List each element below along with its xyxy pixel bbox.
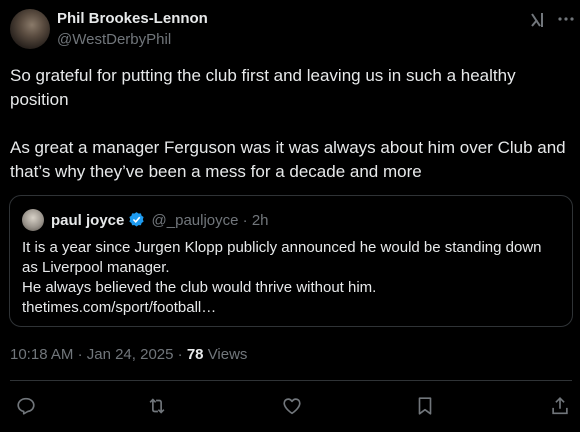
quoted-line: It is a year since Jurgen Klopp publicly… bbox=[22, 239, 542, 256]
tweet-paragraph: As great a manager Ferguson was it was a… bbox=[10, 138, 566, 181]
share-icon bbox=[549, 397, 571, 421]
meta-separator: · bbox=[177, 346, 183, 363]
more-icon[interactable] bbox=[556, 9, 576, 29]
quoted-text: It is a year since Jurgen Klopp publicly… bbox=[22, 238, 562, 318]
grok-icon[interactable] bbox=[529, 10, 549, 30]
share-button[interactable] bbox=[549, 395, 571, 417]
bookmark-button[interactable] bbox=[414, 395, 436, 417]
reply-button[interactable] bbox=[15, 395, 37, 417]
quoted-tweet[interactable]: paul joyce @_pauljoyce · 2h It is a year… bbox=[9, 195, 573, 327]
author-name[interactable]: Phil Brookes-Lennon bbox=[57, 10, 208, 27]
views-count[interactable]: 78 bbox=[187, 346, 204, 363]
quoted-time: 2h bbox=[251, 212, 269, 229]
quoted-line: He always believed the club would thrive… bbox=[22, 279, 377, 296]
author-handle[interactable]: @WestDerbyPhil bbox=[57, 31, 171, 48]
reply-icon bbox=[15, 397, 37, 421]
tweet-date[interactable]: Jan 24, 2025 bbox=[87, 346, 174, 363]
quoted-tweet-header: paul joyce @_pauljoyce · 2h bbox=[51, 211, 269, 229]
tweet-meta: 10:18 AM · Jan 24, 2025 · 78 Views bbox=[10, 346, 247, 363]
verified-badge-icon bbox=[128, 211, 145, 228]
quoted-link[interactable]: thetimes.com/sport/football… bbox=[22, 298, 562, 318]
views-label[interactable]: Views bbox=[208, 346, 248, 363]
divider bbox=[10, 380, 572, 381]
like-button[interactable] bbox=[281, 395, 303, 417]
tweet-paragraph: So grateful for putting the club first a… bbox=[10, 66, 516, 109]
tweet-text: So grateful for putting the club first a… bbox=[10, 64, 572, 184]
author-avatar[interactable] bbox=[10, 9, 50, 49]
bookmark-icon bbox=[414, 397, 436, 421]
quoted-separator: · bbox=[242, 212, 248, 229]
tweet-time[interactable]: 10:18 AM bbox=[10, 346, 73, 363]
like-icon bbox=[281, 398, 303, 421]
retweet-icon bbox=[146, 398, 168, 421]
quoted-author-name: paul joyce bbox=[51, 212, 125, 229]
meta-separator: · bbox=[77, 346, 83, 363]
quoted-author-avatar bbox=[22, 209, 44, 231]
quoted-author-handle: @_pauljoyce bbox=[151, 212, 239, 229]
quoted-line: as Liverpool manager. bbox=[22, 259, 170, 276]
retweet-button[interactable] bbox=[146, 395, 168, 417]
